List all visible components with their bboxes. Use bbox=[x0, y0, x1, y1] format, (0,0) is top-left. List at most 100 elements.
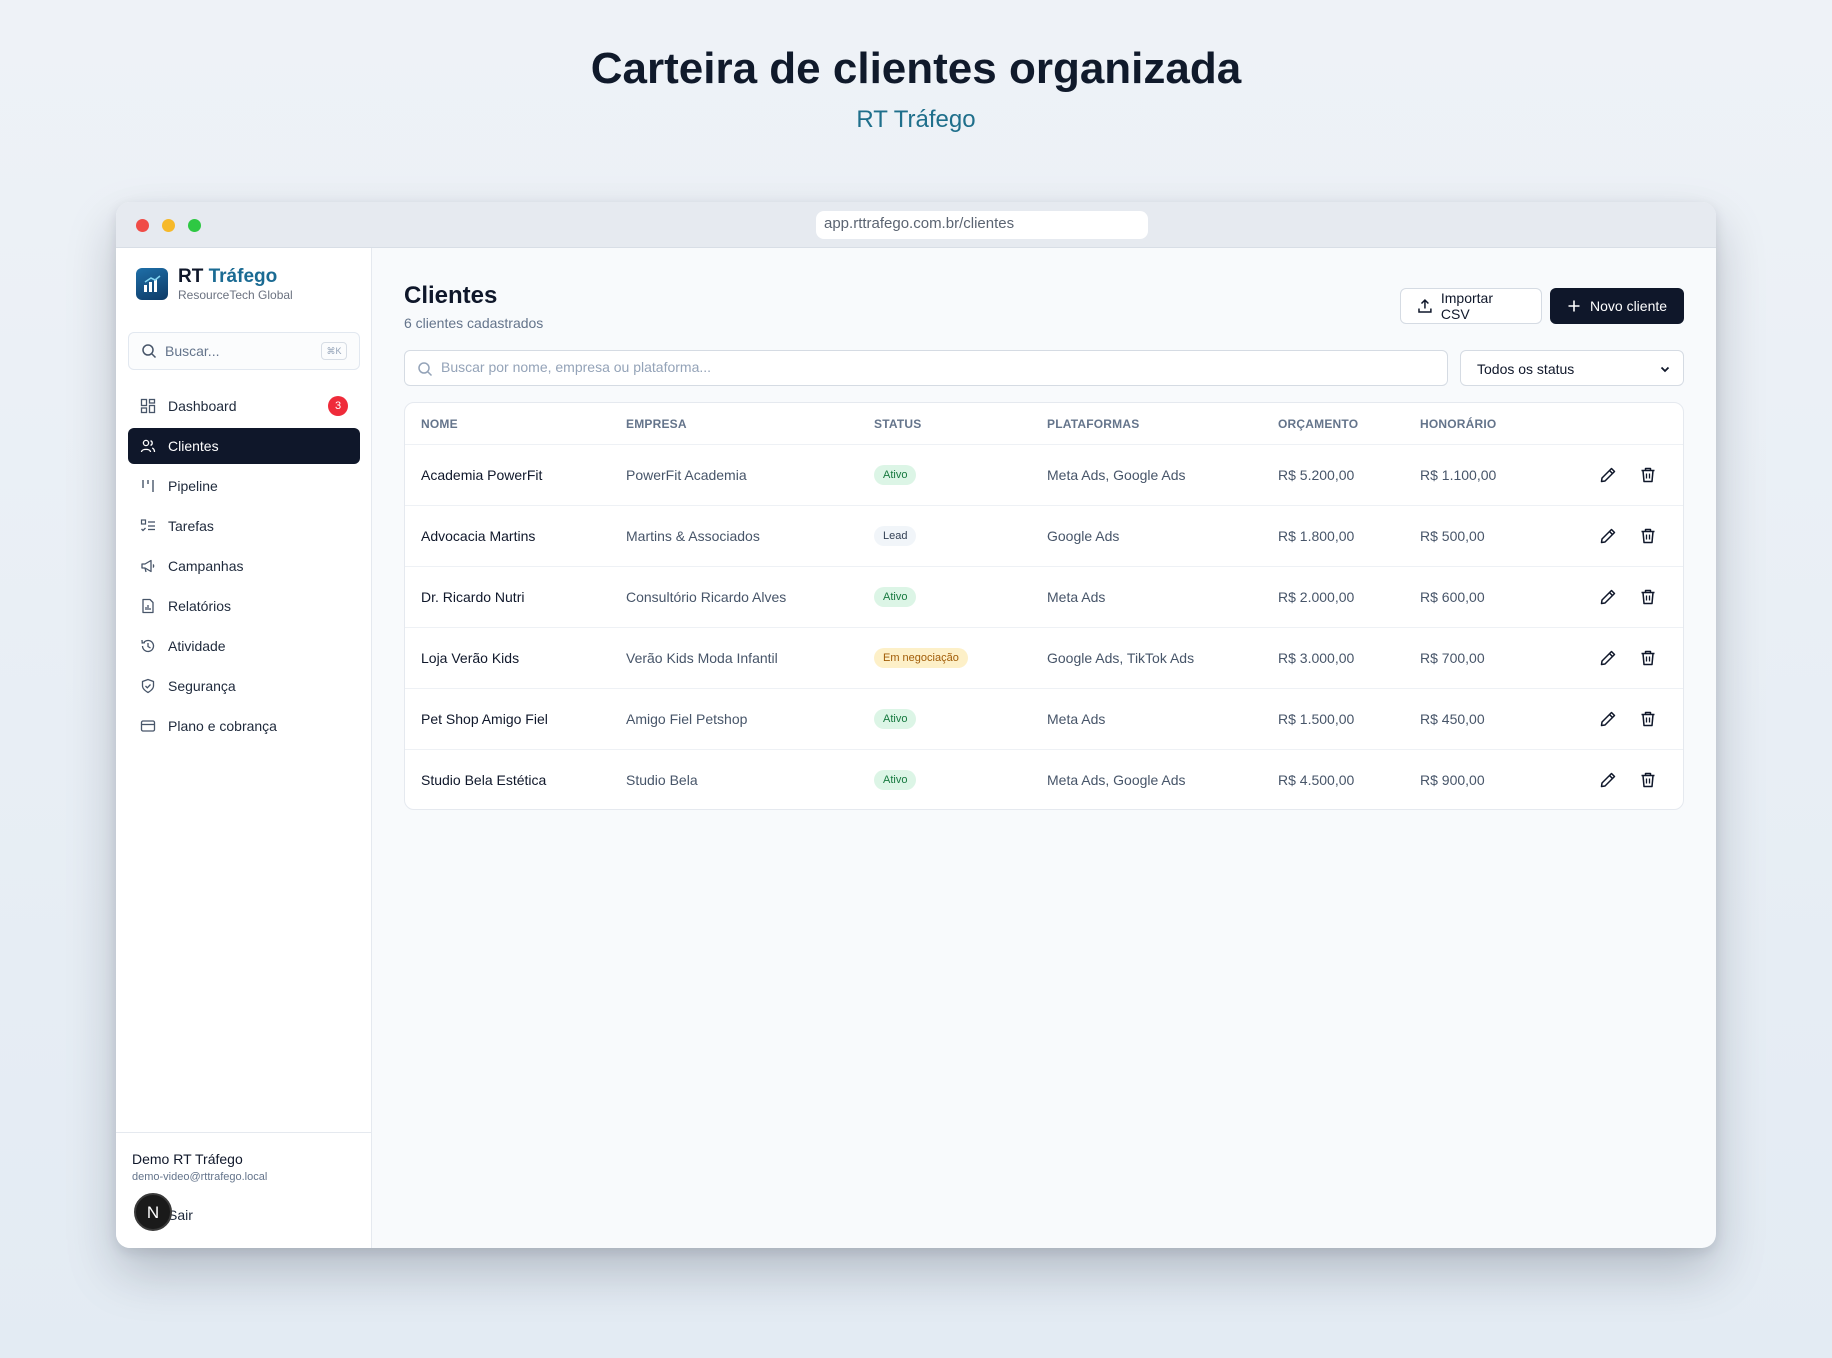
address-bar[interactable]: app.rttrafego.com.br/clientes bbox=[816, 211, 1148, 239]
sidebar-item-plano[interactable]: Plano e cobrança bbox=[128, 708, 360, 744]
trash-icon[interactable] bbox=[1638, 526, 1658, 546]
table-row[interactable]: Loja Verão Kids Verão Kids Moda Infantil… bbox=[405, 628, 1683, 689]
search-icon bbox=[418, 362, 433, 377]
table-row[interactable]: Studio Bela Estética Studio Bela Ativo M… bbox=[405, 750, 1683, 811]
column-header-plataformas[interactable]: PLATAFORMAS bbox=[1047, 417, 1139, 431]
close-window-button[interactable] bbox=[136, 219, 149, 232]
plus-icon bbox=[1568, 300, 1580, 312]
sidebar-item-campanhas[interactable]: Campanhas bbox=[128, 548, 360, 584]
sidebar-item-relatorios[interactable]: Relatórios bbox=[128, 588, 360, 624]
history-icon bbox=[141, 639, 155, 653]
client-search-input[interactable] bbox=[441, 359, 1421, 375]
tasks-icon bbox=[140, 519, 155, 532]
status-cell: Ativo bbox=[874, 709, 917, 729]
column-header-orcamento[interactable]: ORÇAMENTO bbox=[1278, 417, 1358, 431]
sidebar-item-seguranca[interactable]: Segurança bbox=[128, 668, 360, 704]
status-filter-value: Todos os status bbox=[1477, 361, 1575, 377]
client-company: Amigo Fiel Petshop bbox=[626, 711, 748, 727]
client-fee: R$ 600,00 bbox=[1420, 589, 1485, 605]
edit-icon[interactable] bbox=[1598, 709, 1618, 729]
new-client-label: Novo cliente bbox=[1590, 298, 1668, 314]
trash-icon[interactable] bbox=[1638, 587, 1658, 607]
client-company: Consultório Ricardo Alves bbox=[626, 589, 787, 605]
column-header-nome[interactable]: NOME bbox=[421, 417, 458, 431]
trash-icon[interactable] bbox=[1638, 648, 1658, 668]
client-platforms: Google Ads bbox=[1047, 528, 1120, 544]
client-budget: R$ 4.500,00 bbox=[1278, 772, 1355, 788]
table-row[interactable]: Advocacia Martins Martins & Associados L… bbox=[405, 506, 1683, 567]
edit-icon[interactable] bbox=[1598, 587, 1618, 607]
brand-name-part2: Tráfego bbox=[208, 266, 278, 287]
sidebar-item-label: Campanhas bbox=[168, 558, 244, 574]
client-budget: R$ 1.800,00 bbox=[1278, 528, 1355, 544]
client-name: Dr. Ricardo Nutri bbox=[421, 589, 525, 605]
client-search[interactable] bbox=[404, 350, 1448, 386]
client-platforms: Meta Ads, Google Ads bbox=[1047, 467, 1186, 483]
trash-icon[interactable] bbox=[1638, 709, 1658, 729]
import-csv-label: Importar CSV bbox=[1440, 290, 1493, 322]
user-email: demo-video@rttrafego.local bbox=[132, 1171, 268, 1183]
pipeline-icon bbox=[142, 480, 154, 492]
page-subtitle: 6 clientes cadastrados bbox=[404, 315, 544, 331]
column-header-empresa[interactable]: EMPRESA bbox=[626, 417, 687, 431]
client-fee: R$ 900,00 bbox=[1420, 772, 1485, 788]
user-panel: Demo RT Tráfego demo-video@rttrafego.loc… bbox=[116, 1132, 371, 1248]
sidebar-item-dashboard[interactable]: Dashboard 3 bbox=[128, 388, 360, 424]
hero-subtitle: RT Tráfego bbox=[856, 106, 976, 133]
client-budget: R$ 3.000,00 bbox=[1278, 650, 1355, 666]
status-badge: Em negociação bbox=[874, 648, 968, 668]
table-row[interactable]: Pet Shop Amigo Fiel Amigo Fiel Petshop A… bbox=[405, 689, 1683, 750]
edit-icon[interactable] bbox=[1598, 465, 1618, 485]
table-row[interactable]: Dr. Ricardo Nutri Consultório Ricardo Al… bbox=[405, 567, 1683, 628]
status-badge: Lead bbox=[874, 526, 917, 546]
trash-icon[interactable] bbox=[1638, 770, 1658, 790]
shield-icon bbox=[141, 678, 155, 694]
sidebar-item-pipeline[interactable]: Pipeline bbox=[128, 468, 360, 504]
client-name: Advocacia Martins bbox=[421, 528, 536, 544]
sidebar-item-label: Segurança bbox=[168, 678, 236, 694]
sidebar-item-label: Relatórios bbox=[168, 598, 232, 614]
client-fee: R$ 450,00 bbox=[1420, 711, 1485, 727]
sidebar-search-placeholder: Buscar... bbox=[165, 343, 220, 359]
brand-name-part1: RT bbox=[178, 266, 204, 287]
edit-icon[interactable] bbox=[1598, 770, 1618, 790]
table-row[interactable]: Academia PowerFit PowerFit Academia Ativ… bbox=[405, 445, 1683, 506]
client-budget: R$ 2.000,00 bbox=[1278, 589, 1355, 605]
trash-icon[interactable] bbox=[1638, 465, 1658, 485]
sidebar-item-label: Clientes bbox=[168, 438, 219, 454]
sidebar-search[interactable]: Buscar... ⌘K bbox=[128, 332, 360, 370]
maximize-window-button[interactable] bbox=[188, 219, 201, 232]
main-content: Clientes 6 clientes cadastrados Importar… bbox=[372, 248, 1716, 1248]
clients-table: NOME EMPRESA STATUS PLATAFORMAS ORÇAMENT… bbox=[404, 402, 1684, 810]
sidebar-item-label: Plano e cobrança bbox=[168, 718, 277, 734]
sidebar: RT Tráfego ResourceTech Global Buscar...… bbox=[116, 248, 372, 1248]
sidebar-item-clientes[interactable]: Clientes bbox=[128, 428, 360, 464]
import-csv-button[interactable]: Importar CSV bbox=[1400, 288, 1542, 324]
table-header: NOME EMPRESA STATUS PLATAFORMAS ORÇAMENT… bbox=[405, 403, 1683, 445]
client-platforms: Meta Ads bbox=[1047, 589, 1106, 605]
new-client-button[interactable]: Novo cliente bbox=[1550, 288, 1684, 324]
client-platforms: Meta Ads bbox=[1047, 711, 1106, 727]
client-fee: R$ 1.100,00 bbox=[1420, 467, 1497, 483]
client-budget: R$ 5.200,00 bbox=[1278, 467, 1355, 483]
sidebar-item-tarefas[interactable]: Tarefas bbox=[128, 508, 360, 544]
minimize-window-button[interactable] bbox=[162, 219, 175, 232]
avatar[interactable]: N bbox=[134, 1193, 172, 1231]
user-name: Demo RT Tráfego bbox=[132, 1151, 243, 1167]
hero-title: Carteira de clientes organizada bbox=[590, 44, 1242, 93]
chevron-down-icon bbox=[1660, 366, 1670, 373]
status-cell: Ativo bbox=[874, 587, 917, 607]
status-cell: Em negociação bbox=[874, 648, 968, 668]
status-filter-select[interactable]: Todos os status bbox=[1460, 350, 1684, 386]
status-badge: Ativo bbox=[874, 709, 917, 729]
column-header-status[interactable]: STATUS bbox=[874, 417, 921, 431]
edit-icon[interactable] bbox=[1598, 648, 1618, 668]
status-badge: Ativo bbox=[874, 465, 917, 485]
users-icon bbox=[140, 439, 156, 453]
status-cell: Ativo bbox=[874, 465, 917, 485]
column-header-honorario[interactable]: HONORÁRIO bbox=[1420, 417, 1496, 431]
sidebar-item-atividade[interactable]: Atividade bbox=[128, 628, 360, 664]
edit-icon[interactable] bbox=[1598, 526, 1618, 546]
client-name: Loja Verão Kids bbox=[421, 650, 520, 666]
upload-icon bbox=[1418, 298, 1432, 313]
